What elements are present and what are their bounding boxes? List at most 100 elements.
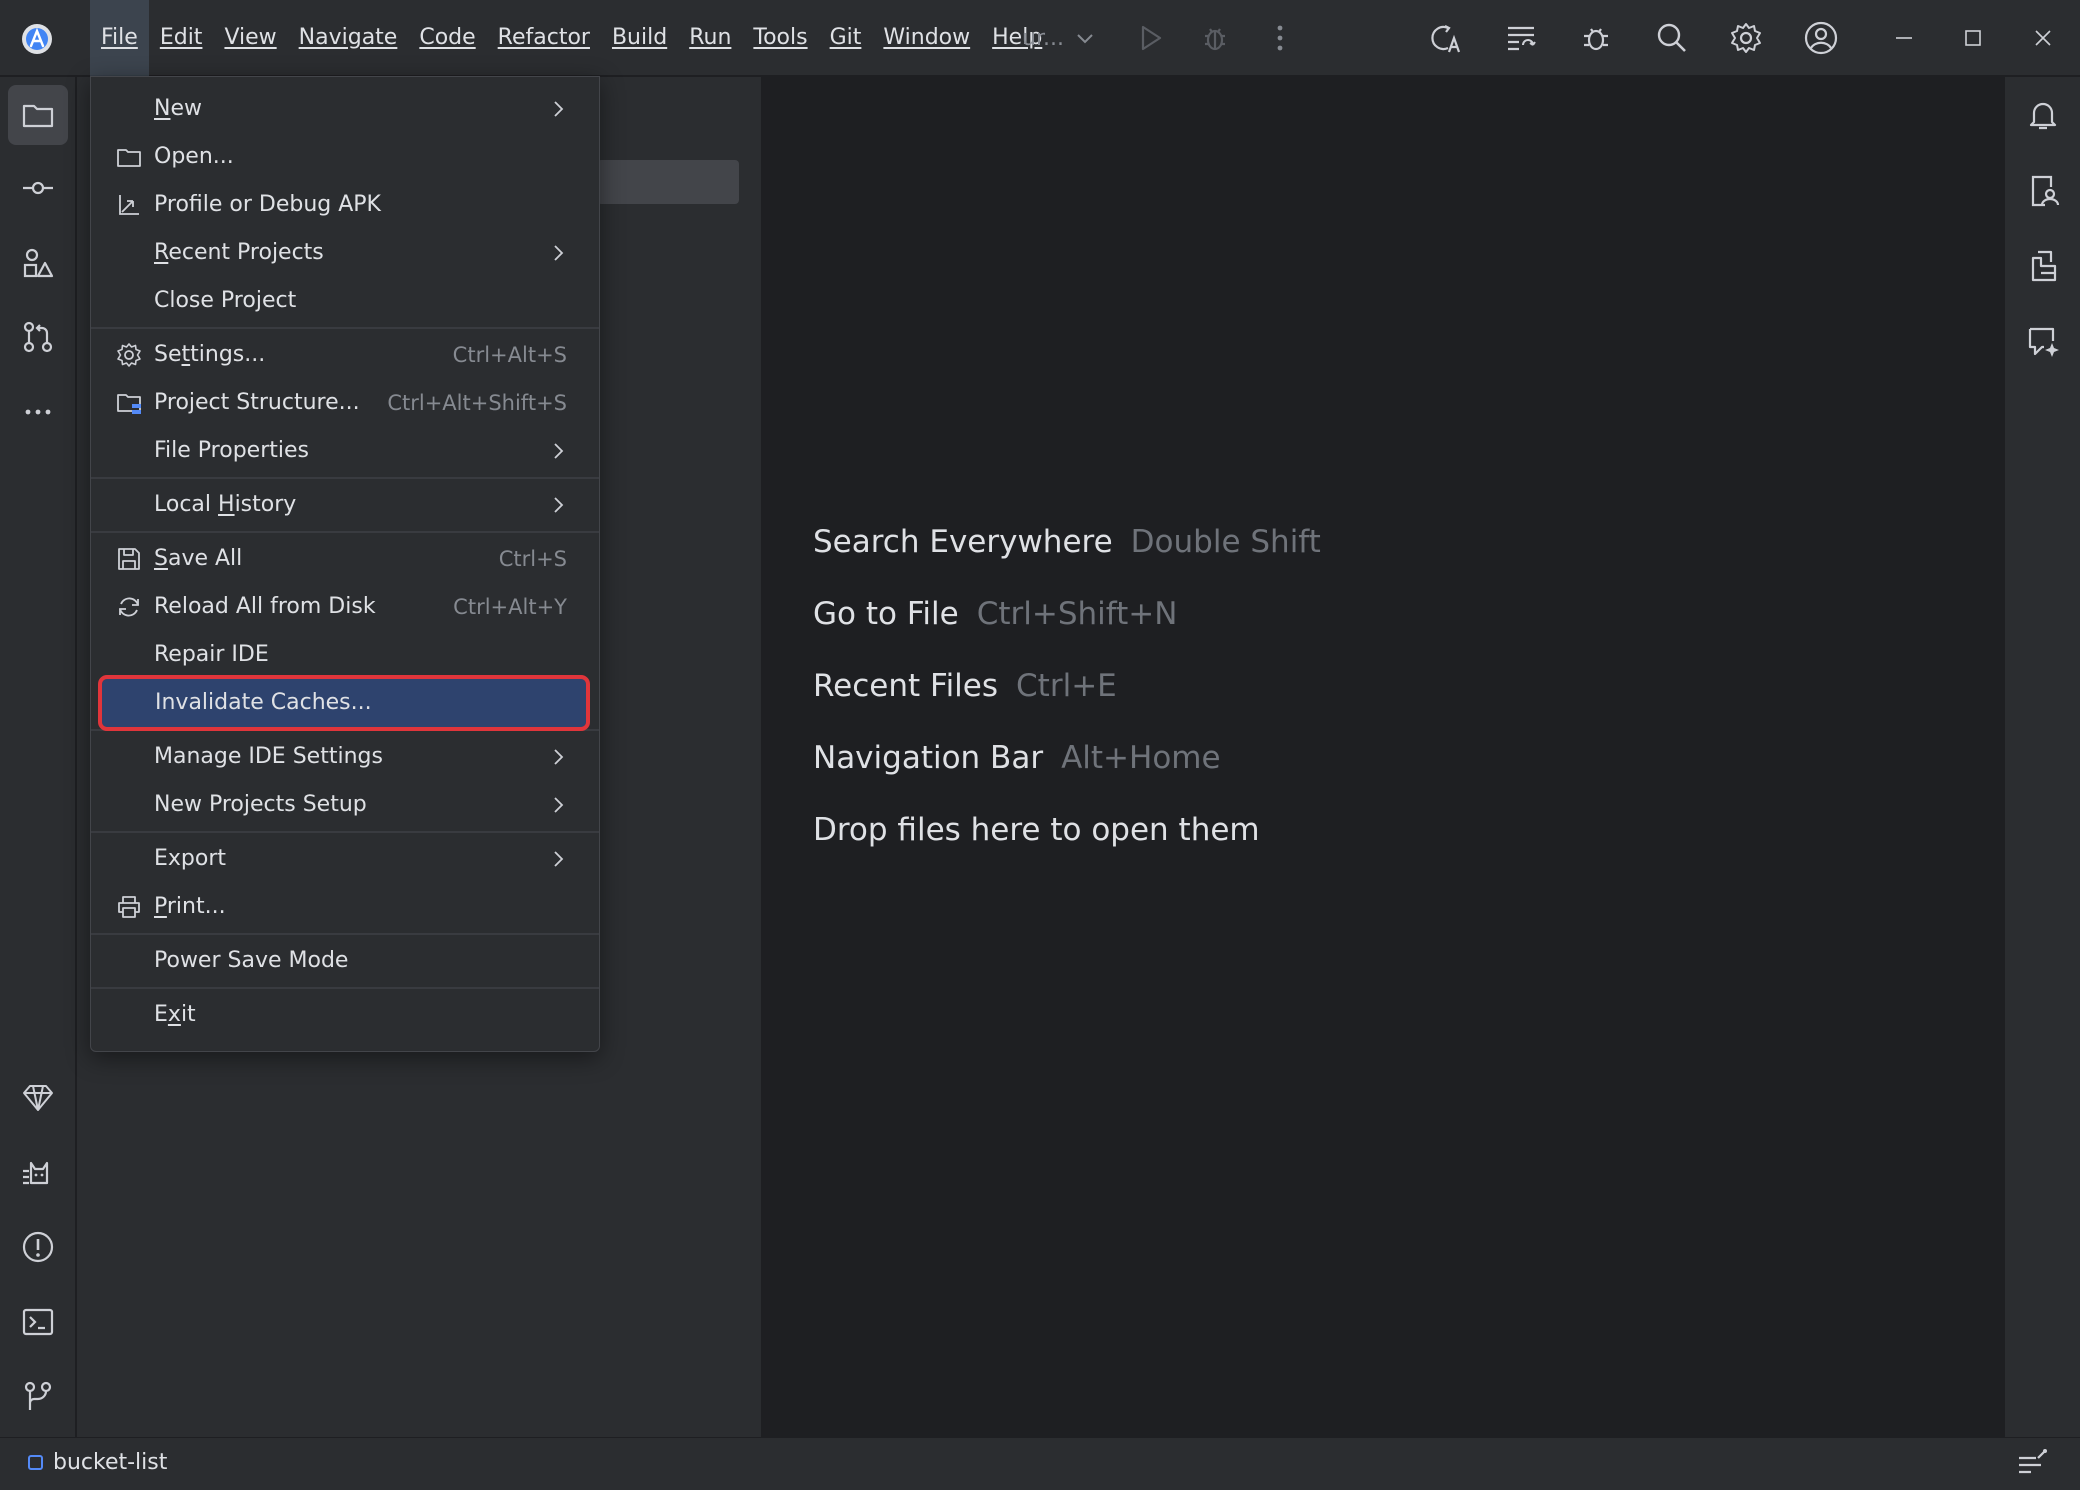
right-tool-window-bar xyxy=(2004,77,2080,1437)
more-vertical-icon[interactable] xyxy=(1256,14,1304,62)
title-bar: File Edit View Navigate Code Refactor Bu… xyxy=(0,0,2080,76)
menu-item-shortcut: Ctrl+Alt+Y xyxy=(453,595,567,619)
file-menu-item-file-properties[interactable]: File Properties xyxy=(101,427,589,475)
running-devices-icon[interactable] xyxy=(2019,242,2067,290)
menu-view[interactable]: View xyxy=(213,0,287,76)
file-menu-item-power-save-mode[interactable]: Power Save Mode xyxy=(101,937,589,985)
menu-item-label: Close Project xyxy=(154,288,297,313)
chevron-right-icon xyxy=(547,494,569,516)
run-icon[interactable] xyxy=(1126,14,1174,62)
status-project-name: bucket-list xyxy=(53,1450,168,1475)
file-menu-item-profile-or-debug-apk[interactable]: Profile or Debug APK xyxy=(101,181,589,229)
hint-label: Search Everywhere xyxy=(813,524,1113,560)
menu-item-label: Settings... xyxy=(154,342,266,367)
event-log-icon[interactable] xyxy=(2014,1446,2050,1482)
file-menu-item-new-projects-setup[interactable]: New Projects Setup xyxy=(101,781,589,829)
chevron-right-icon xyxy=(547,242,569,264)
project-tree-selection[interactable] xyxy=(597,160,739,204)
project-square-icon xyxy=(28,1455,43,1470)
file-menu-item-save-all[interactable]: Save All Ctrl+S xyxy=(101,535,589,583)
menu-edit[interactable]: Edit xyxy=(149,0,214,76)
commit-icon[interactable] xyxy=(8,158,68,218)
notifications-bell-icon[interactable] xyxy=(2019,91,2067,139)
account-icon[interactable] xyxy=(1797,14,1845,62)
file-menu-item-export[interactable]: Export xyxy=(101,835,589,883)
menu-item-label: Manage IDE Settings xyxy=(154,744,383,769)
menu-tools[interactable]: Tools xyxy=(742,0,818,76)
menu-build[interactable]: Build xyxy=(601,0,678,76)
hint-label: Navigation Bar xyxy=(813,740,1044,776)
structure-icon[interactable] xyxy=(8,233,68,293)
minimize-window-button[interactable] xyxy=(1884,18,1924,58)
project-folder-icon[interactable] xyxy=(8,85,68,145)
file-menu-item-manage-ide-settings[interactable]: Manage IDE Settings xyxy=(101,733,589,781)
menu-item-label: Local History xyxy=(154,492,297,517)
menu-code[interactable]: Code xyxy=(408,0,486,76)
menu-refactor[interactable]: Refactor xyxy=(487,0,601,76)
problems-icon[interactable] xyxy=(8,1217,68,1277)
file-menu-item-new[interactable]: New xyxy=(101,85,589,133)
menu-git-label: Git xyxy=(829,25,862,50)
menu-git[interactable]: Git xyxy=(819,0,873,76)
settings-gear-icon[interactable] xyxy=(1722,14,1770,62)
menu-item-shortcut: Ctrl+Alt+S xyxy=(452,343,567,367)
menu-item-label: Export xyxy=(154,846,227,871)
menu-file[interactable]: File xyxy=(90,0,149,76)
file-menu-item-repair-ide[interactable]: Repair IDE xyxy=(101,631,589,679)
pull-requests-icon[interactable] xyxy=(8,307,68,367)
menu-file-mnemonic: File xyxy=(101,25,138,50)
device-manager-icon[interactable] xyxy=(2019,167,2067,215)
sync-icon[interactable] xyxy=(1497,14,1545,62)
hint-shortcut: Ctrl+Shift+N xyxy=(976,596,1178,632)
hint-drop-files: Drop files here to open them xyxy=(813,812,1260,848)
hint-recent-files: Recent Files Ctrl+E xyxy=(813,668,1117,704)
file-menu-item-local-history[interactable]: Local History xyxy=(101,481,589,529)
file-menu-dropdown: New Open... Profile or Debug APK Recent Pro… xyxy=(90,76,600,1052)
file-menu-item-recent-projects[interactable]: Recent Projects xyxy=(101,229,589,277)
folder-icon xyxy=(115,143,143,171)
gear-icon xyxy=(115,341,143,369)
file-menu-item-exit[interactable]: Exit xyxy=(101,991,589,1039)
cat-icon[interactable] xyxy=(8,1143,68,1203)
menu-refactor-label: Refactor xyxy=(497,25,590,50)
menu-item-label: Project Structure... xyxy=(154,390,360,415)
menu-navigate[interactable]: Navigate xyxy=(288,0,409,76)
terminal-icon[interactable] xyxy=(8,1292,68,1352)
menu-item-label: Save All xyxy=(154,546,243,571)
profile-apk-icon xyxy=(115,191,143,219)
editor-empty-state: Search Everywhere Double Shift Go to File… xyxy=(763,77,2003,1437)
file-menu-item-project-structure[interactable]: Project Structure... Ctrl+Alt+Shift+S xyxy=(101,379,589,427)
close-window-button[interactable] xyxy=(2023,18,2063,58)
gem-icon[interactable] xyxy=(8,1067,68,1127)
chevron-right-icon xyxy=(547,794,569,816)
hint-shortcut: Alt+Home xyxy=(1061,740,1221,776)
status-project-widget[interactable]: bucket-list xyxy=(28,1450,167,1475)
file-menu-item-close-project[interactable]: Close Project xyxy=(101,277,589,325)
chevron-right-icon xyxy=(547,746,569,768)
menu-item-label: Print... xyxy=(154,894,226,919)
ide-window: File Edit View Navigate Code Refactor Bu… xyxy=(0,0,2080,1490)
project-structure-icon xyxy=(115,389,143,417)
file-menu-item-print[interactable]: Print... xyxy=(101,883,589,931)
file-menu-item-invalidate-caches[interactable]: Invalidate Caches... xyxy=(98,675,590,731)
file-menu-item-reload-all-from-disk[interactable]: Reload All from Disk Ctrl+Alt+Y xyxy=(101,583,589,631)
menu-item-label: Exit xyxy=(154,1002,196,1027)
maximize-window-button[interactable] xyxy=(1953,18,1993,58)
file-menu-item-open[interactable]: Open... xyxy=(101,133,589,181)
debug-icon[interactable] xyxy=(1191,14,1239,62)
hint-navigation-bar: Navigation Bar Alt+Home xyxy=(813,740,1221,776)
bug-settings-icon[interactable] xyxy=(1572,14,1620,62)
translate-icon[interactable] xyxy=(1422,14,1470,62)
run-configuration-selector[interactable]: ur... xyxy=(1022,0,1096,76)
git-branch-icon[interactable] xyxy=(8,1366,68,1426)
menu-item-label: Profile or Debug APK xyxy=(154,192,381,217)
file-menu-item-settings[interactable]: Settings... Ctrl+Alt+S xyxy=(101,331,589,379)
menu-window[interactable]: Window xyxy=(872,0,981,76)
menu-item-label: Reload All from Disk xyxy=(154,594,376,619)
status-bar: bucket-list xyxy=(0,1437,2080,1490)
search-icon[interactable] xyxy=(1648,14,1696,62)
ai-assistant-icon[interactable] xyxy=(2019,317,2067,365)
menu-run[interactable]: Run xyxy=(678,0,742,76)
print-icon xyxy=(115,893,143,921)
more-horizontal-icon[interactable] xyxy=(8,382,68,442)
